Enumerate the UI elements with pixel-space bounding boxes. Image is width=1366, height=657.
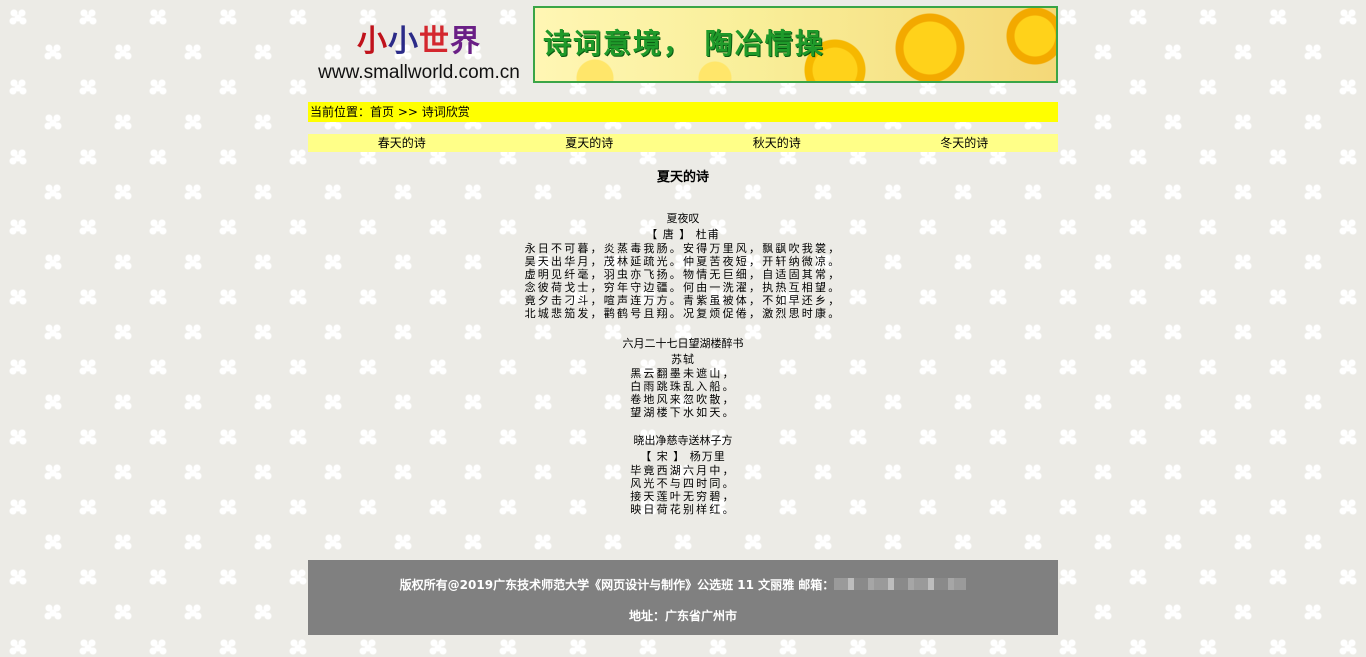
poem-title: 晓出净慈寺送林子方 <box>633 434 733 447</box>
poem-line: 映日荷花别样红。 <box>630 503 736 516</box>
poem-author: 【 宋 】 杨万里 <box>640 450 726 463</box>
logo-title-char: 小 <box>357 24 388 59</box>
logo-title-char: 界 <box>450 24 481 59</box>
poem: 六月二十七日望湖楼醉书 苏轼 黑云翻墨未遮山， 白雨跳珠乱入船。 卷地风来忽吹散… <box>308 337 1058 419</box>
breadcrumb-separator: >> <box>394 105 422 119</box>
poem: 夏夜叹 【 唐 】 杜甫 永日不可暮，炎蒸毒我肠。安得万里风，飘飖吹我裳， 昊天… <box>308 212 1058 320</box>
nav-item-summer[interactable]: 夏天的诗 <box>496 134 684 152</box>
header: 小小世界 www.smallworld.com.cn 诗词意境， 陶冶情操 <box>308 6 1058 83</box>
footer-copyright-row: 版权所有@2019广东技术师范大学《网页设计与制作》公选班 11 文丽雅 邮箱： <box>308 576 1058 593</box>
footer: 版权所有@2019广东技术师范大学《网页设计与制作》公选班 11 文丽雅 邮箱：… <box>308 560 1058 635</box>
nav-item-autumn[interactable]: 秋天的诗 <box>683 134 871 152</box>
poem-line: 白雨跳珠乱入船。 <box>630 380 736 393</box>
banner-image: 诗词意境， 陶冶情操 <box>533 6 1058 83</box>
breadcrumb-home-link[interactable]: 首页 <box>370 105 394 119</box>
poem-line: 望湖楼下水如天。 <box>630 406 736 419</box>
logo-url: www.smallworld.com.cn <box>318 62 520 83</box>
season-nav: 春天的诗 夏天的诗 秋天的诗 冬天的诗 <box>308 134 1058 152</box>
poem-line: 北城悲笳发，鹳鹤号且翔。况复烦促倦，激烈思时康。 <box>524 307 842 320</box>
poem-author: 苏轼 <box>671 353 695 366</box>
poem-title: 夏夜叹 <box>666 212 700 225</box>
breadcrumb-prefix: 当前位置： <box>310 105 371 119</box>
footer-address: 地址：广东省广州市 <box>628 609 737 623</box>
poem-line: 风光不与四时同。 <box>630 477 736 490</box>
poem-line: 念彼荷戈士，穷年守边疆。何由一洗濯，执热互相望。 <box>524 281 842 294</box>
section-title: 夏天的诗 <box>656 170 709 185</box>
poem-author: 【 唐 】 杜甫 <box>646 228 720 241</box>
page: 小小世界 www.smallworld.com.cn 诗词意境， 陶冶情操 当前… <box>308 0 1058 657</box>
footer-email-redacted <box>834 578 967 590</box>
breadcrumb: 当前位置：首页 >> 诗词欣赏 <box>308 102 1058 122</box>
poem-line: 昊天出华月，茂林延疏光。仲夏苦夜短，开轩纳微凉。 <box>524 255 842 268</box>
logo-title: 小小世界 <box>308 16 530 60</box>
nav-item-spring[interactable]: 春天的诗 <box>308 134 496 152</box>
poem-line: 卷地风来忽吹散， <box>630 393 736 406</box>
poem: 晓出净慈寺送林子方 【 宋 】 杨万里 毕竟西湖六月中， 风光不与四时同。 接天… <box>308 434 1058 516</box>
poem-line: 虚明见纤毫，羽虫亦飞扬。物情无巨细，自适固其常， <box>524 268 842 281</box>
logo-title-char: 世 <box>419 24 450 59</box>
site-logo[interactable]: 小小世界 www.smallworld.com.cn <box>308 6 530 83</box>
poem-line: 竟夕击刁斗，喧声连万方。青紫虽被体，不如早还乡， <box>524 294 842 307</box>
poem-line: 接天莲叶无穷碧， <box>630 490 736 503</box>
footer-copyright: 版权所有@2019广东技术师范大学《网页设计与制作》公选班 11 文丽雅 邮箱： <box>399 578 835 592</box>
poem-title: 六月二十七日望湖楼醉书 <box>622 337 744 350</box>
poem-line: 毕竟西湖六月中， <box>630 464 736 477</box>
poem-line: 黑云翻墨未遮山， <box>630 367 736 380</box>
poem-line: 永日不可暮，炎蒸毒我肠。安得万里风，飘飖吹我裳， <box>524 242 842 255</box>
breadcrumb-current-link[interactable]: 诗词欣赏 <box>422 105 470 119</box>
nav-item-winter[interactable]: 冬天的诗 <box>871 134 1059 152</box>
banner-text: 诗词意境， 陶冶情操 <box>543 27 825 60</box>
logo-title-char: 小 <box>388 24 419 59</box>
